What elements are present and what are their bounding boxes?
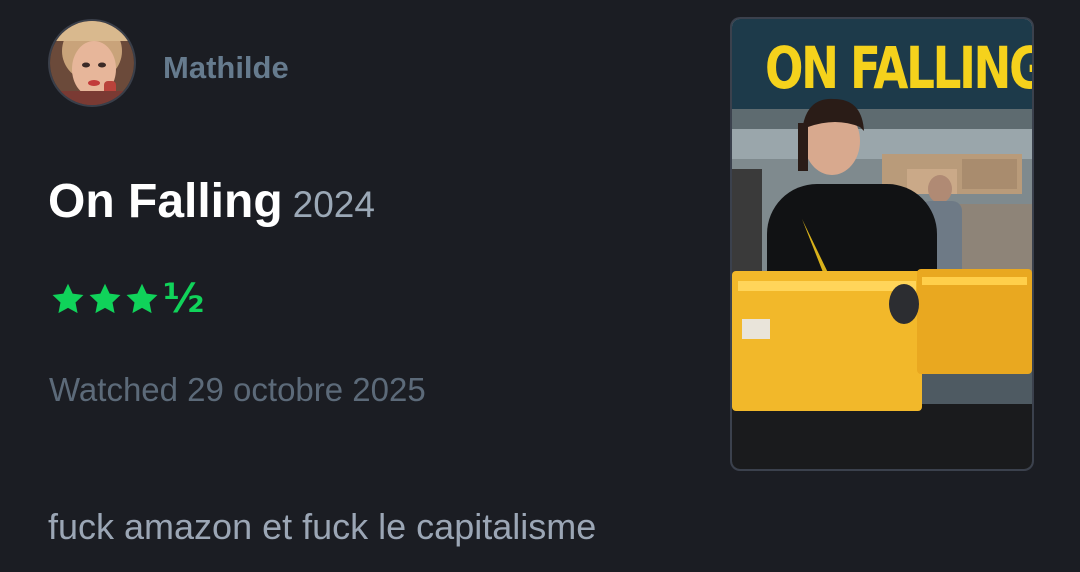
- author-name[interactable]: Mathilde: [163, 50, 289, 86]
- star-icon: [87, 281, 123, 317]
- poster-title: ON FALLING: [765, 34, 1032, 102]
- avatar[interactable]: [50, 21, 134, 105]
- watched-date: Watched 29 octobre 2025: [49, 371, 426, 408]
- review-card: Mathilde On Falling 2024 ½ Watched 29 oct…: [0, 0, 1080, 572]
- star-rating: ½: [50, 278, 204, 320]
- review-text: fuck amazon et fuck le capitalisme: [48, 506, 597, 547]
- film-heading: On Falling 2024: [48, 174, 375, 241]
- star-icon: [124, 281, 160, 317]
- film-year[interactable]: 2024: [293, 184, 375, 225]
- star-icon: [50, 281, 86, 317]
- half-star-icon: ½: [163, 276, 205, 322]
- avatar-image: [50, 21, 134, 105]
- film-poster[interactable]: ON FALLING: [732, 19, 1032, 469]
- film-title[interactable]: On Falling: [48, 175, 283, 228]
